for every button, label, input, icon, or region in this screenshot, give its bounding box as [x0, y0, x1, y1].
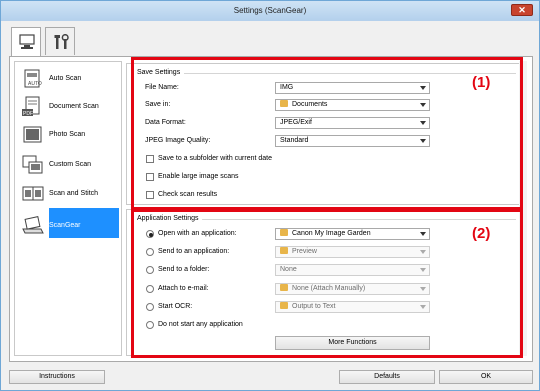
- sidebar-item-photo-scan[interactable]: Photo Scan: [15, 120, 121, 150]
- annotation-marker-1: (1): [472, 74, 491, 91]
- settings-window: Settings (ScanGear) ✕ AUTO Auto Scan PDF…: [0, 0, 540, 391]
- window-title: Settings (ScanGear): [233, 6, 307, 15]
- photo-scan-icon: [23, 126, 42, 143]
- sidebar-item-document-scan[interactable]: PDF Document Scan: [15, 92, 121, 122]
- close-button[interactable]: ✕: [511, 4, 533, 16]
- defaults-button[interactable]: Defaults: [339, 370, 435, 384]
- sidebar-item-scan-and-stitch[interactable]: Scan and Stitch: [15, 179, 121, 209]
- tab-scan-from-computer[interactable]: [11, 27, 41, 58]
- custom-scan-icon: [22, 155, 43, 174]
- sidebar-item-label: Custom Scan: [49, 161, 92, 168]
- instructions-button[interactable]: Instructions: [9, 370, 105, 384]
- svg-text:AUTO: AUTO: [28, 81, 42, 87]
- annotation-marker-2: (2): [472, 225, 491, 242]
- highlight-box-application-settings: [131, 209, 523, 358]
- computer-icon: [19, 34, 35, 49]
- sidebar-item-auto-scan[interactable]: AUTO Auto Scan: [15, 64, 121, 94]
- auto-scan-icon: AUTO: [24, 69, 42, 88]
- scanner-icon: [22, 216, 44, 234]
- ok-button[interactable]: OK: [439, 370, 533, 384]
- svg-text:PDF: PDF: [23, 111, 33, 117]
- sidebar-item-label: Auto Scan: [49, 75, 82, 82]
- scan-mode-sidebar: AUTO Auto Scan PDF Document Scan Photo S…: [14, 61, 122, 356]
- sidebar-item-scangear[interactable]: ScanGear: [15, 208, 121, 241]
- document-scan-icon: PDF: [22, 96, 40, 117]
- sidebar-item-label: Photo Scan: [49, 131, 86, 138]
- sidebar-item-label: Scan and Stitch: [49, 190, 99, 197]
- sidebar-item-label: Document Scan: [49, 103, 99, 110]
- tab-general-settings[interactable]: [45, 27, 75, 55]
- tools-icon: [54, 34, 69, 49]
- scan-and-stitch-icon: [22, 186, 44, 201]
- title-bar: Settings (ScanGear) ✕: [1, 1, 539, 21]
- sidebar-item-custom-scan[interactable]: Custom Scan: [15, 150, 121, 180]
- sidebar-item-label: ScanGear: [49, 222, 81, 229]
- highlight-box-save-settings: [131, 57, 523, 210]
